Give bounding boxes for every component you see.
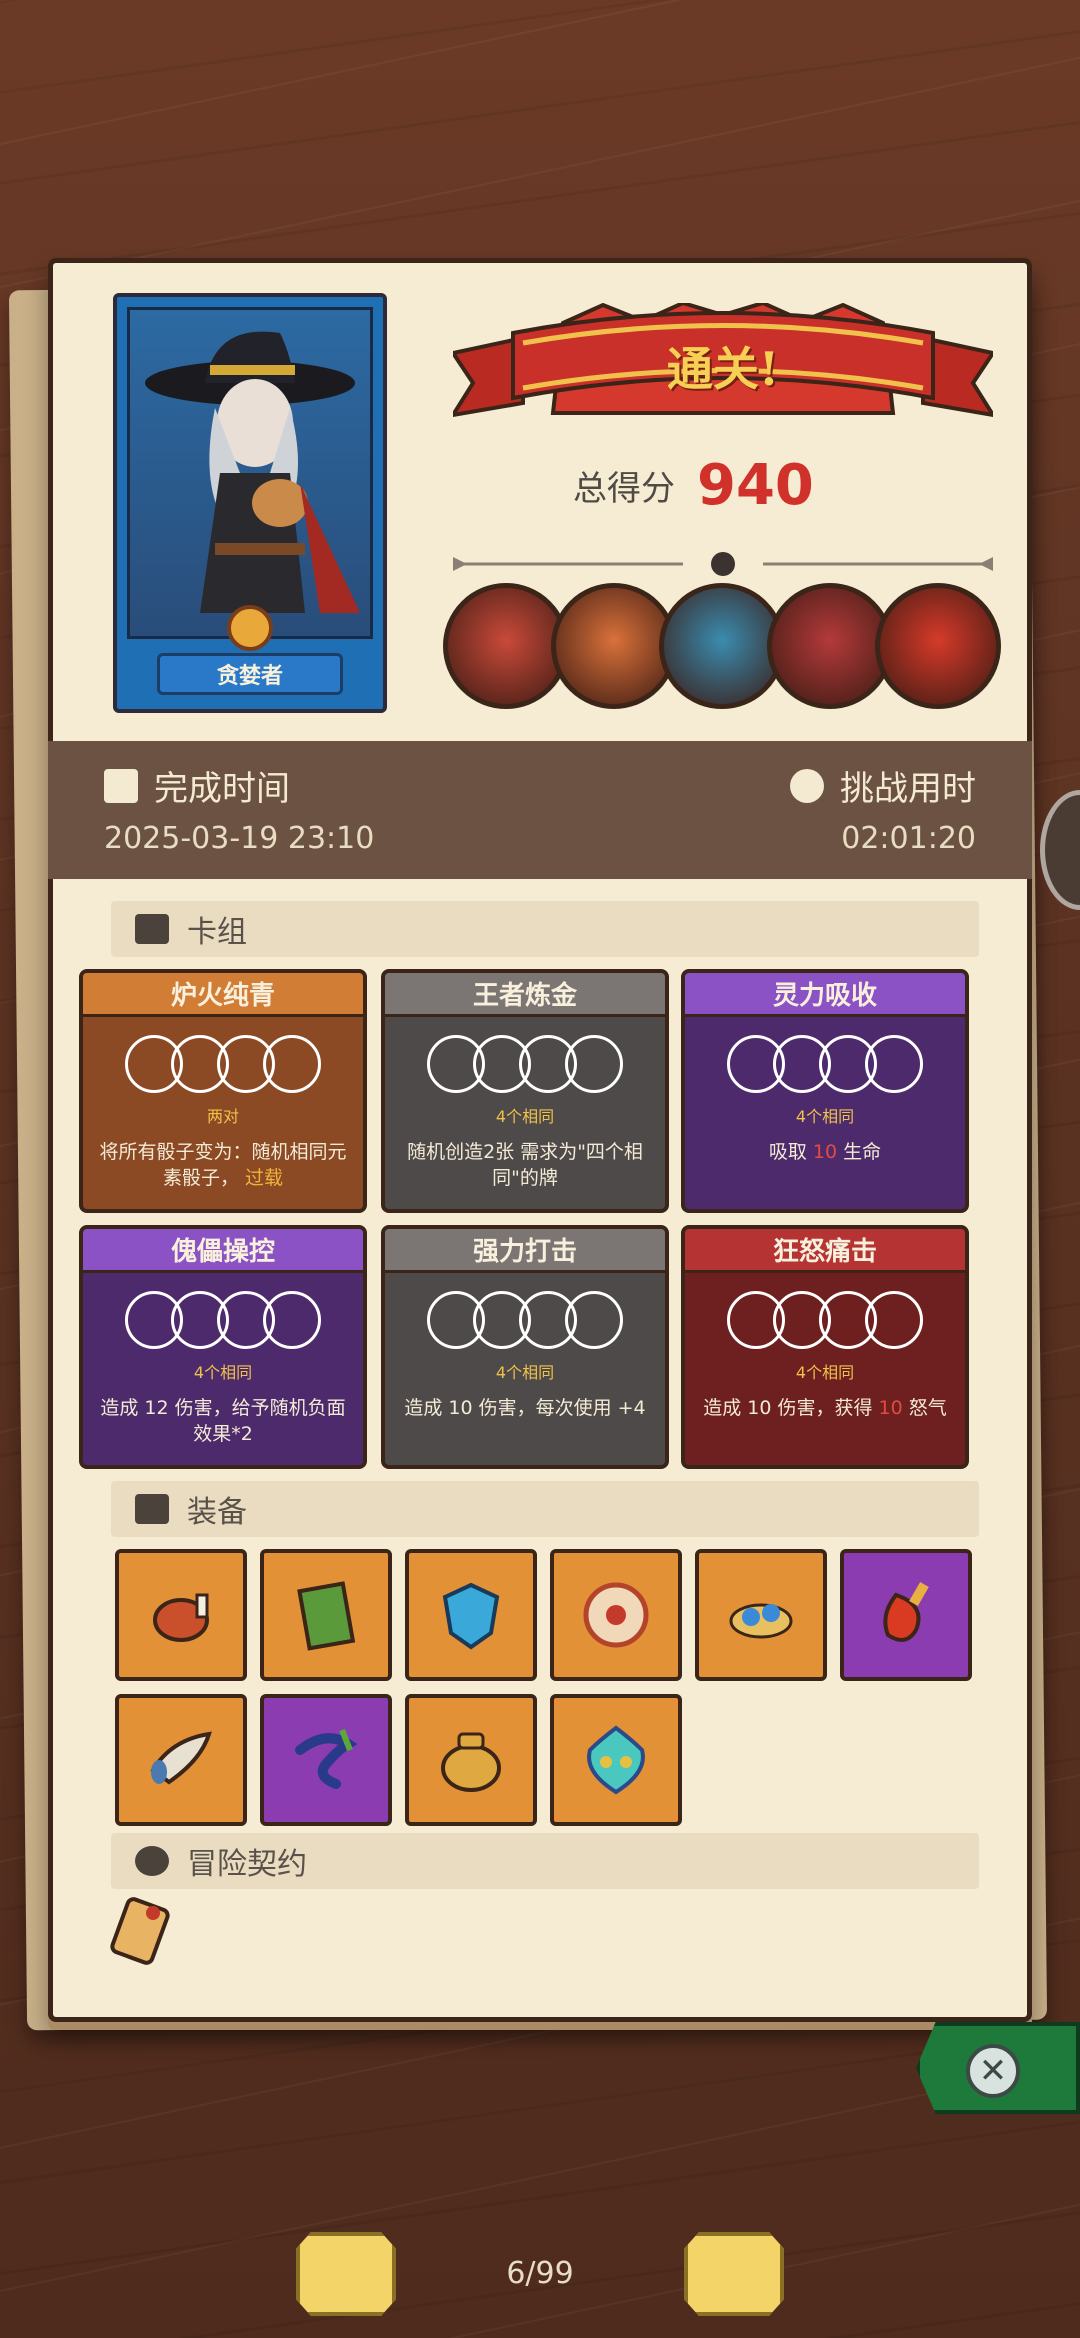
score-row: 总得分 940 [573,453,814,518]
result-panel: 贪婪者 通关! 总得分 940 完成时间 2025-03-19 23:10 挑战… [48,258,1032,2022]
card-description: 造成 12 伤害，给予随机负面效果*2 [100,1397,346,1445]
dice-slots [385,1291,665,1355]
completion-time-label: 完成时间 [154,769,290,809]
close-icon[interactable]: ✕ [966,2044,1020,2098]
flame-mask-icon [587,1725,645,1795]
completion-time-label-row: 完成时间 [104,761,290,810]
eye-orb-icon [583,1582,649,1648]
card-requirement: 4个相同 [795,1363,855,1382]
deck-card[interactable]: 狂怒痛击 4个相同造成 10 伤害，获得 10 怒气 [681,1225,969,1469]
card-requirement: 两对 [206,1107,239,1126]
horn-icon [150,1731,212,1785]
deck-card[interactable]: 炉火纯青两对将所有骰子变为：随机相同元素骰子， 过载 [79,969,367,1213]
dice-slot-icon [865,1035,923,1093]
score-value: 940 [697,453,814,518]
witch-character-icon [145,331,360,613]
card-highlight: 10 [872,1397,909,1419]
deck-card[interactable]: 傀儡操控 4个相同造成 12 伤害，给予随机负面效果*2 [79,1225,367,1469]
equipment-slot[interactable] [260,1694,392,1826]
dice-slot-icon [263,1035,321,1093]
card-title: 狂怒痛击 [685,1229,965,1273]
equipment-title: 装备 [187,1495,247,1530]
deck-card[interactable]: 王者炼金 4个相同随机创造2张 需求为"四个相同"的牌 [381,969,669,1213]
feather-icon [295,1728,358,1789]
film-icon [104,768,138,803]
red-gourd-icon [883,1581,929,1642]
equipment-slot[interactable] [695,1549,827,1681]
equipment-slot[interactable] [840,1549,972,1681]
card-description: 将所有骰子变为：随机相同元素骰子， 过载 [99,1141,347,1189]
equipment-slot[interactable] [550,1694,682,1826]
dice-slots [685,1035,965,1099]
card-title: 王者炼金 [385,973,665,1017]
card-highlight: 10 [806,1141,844,1163]
victory-banner: 通关! [448,300,998,428]
card-requirement: 4个相同 [495,1363,555,1382]
dice-slot-icon [865,1291,923,1349]
card-description: 造成 10 伤害，获得 10 怒气 [703,1397,947,1419]
duration-label-row: 挑战用时 [790,761,976,810]
card-description: 吸取 10 生命 [768,1141,882,1163]
score-label: 总得分 [573,469,675,509]
deck-card[interactable]: 灵力吸收 4个相同吸取 10 生命 [681,969,969,1213]
card-title: 灵力吸收 [685,973,965,1017]
dice-slots [685,1291,965,1355]
equipment-slot[interactable] [260,1549,392,1681]
dice-slots [83,1035,363,1099]
equipment-slot[interactable] [115,1694,247,1826]
prev-page-button[interactable] [296,2232,396,2316]
book-icon [297,1581,356,1651]
equipment-slot[interactable] [405,1549,537,1681]
boss-list [443,583,1003,713]
equipment-slot[interactable] [115,1549,247,1681]
meat-icon [153,1593,209,1642]
card-title: 傀儡操控 [83,1229,363,1273]
dice-slot-icon [565,1035,623,1093]
contract-title: 冒险契约 [187,1847,307,1882]
deck-title: 卡组 [187,915,247,950]
blue-gem-icon [729,1603,793,1639]
deck-card[interactable]: 强力打击 4个相同造成 10 伤害，每次使用 +4 [381,1225,669,1469]
next-page-button[interactable] [684,2232,784,2316]
contract-header: 冒险契约 [111,1833,979,1889]
card-title: 强力打击 [385,1229,665,1273]
equipment-header: 装备 [111,1481,979,1537]
ornament-divider [453,552,993,576]
dice-slot-icon [263,1291,321,1349]
dice-slots [83,1291,363,1355]
deck-header: 卡组 [111,901,979,957]
dice-slot-icon [565,1291,623,1349]
card-highlight: 过载 [238,1167,284,1189]
contract-icon [135,1846,169,1876]
stopwatch-icon [790,768,824,803]
card-requirement: 4个相同 [495,1107,555,1126]
character-name: 贪婪者 [157,653,343,695]
victory-text: 通关! [666,342,780,396]
card-description: 随机创造2张 需求为"四个相同"的牌 [407,1141,643,1189]
medal-icon [227,605,273,651]
card-requirement: 4个相同 [193,1363,253,1382]
card-title: 炉火纯青 [83,973,363,1017]
equipment-slot[interactable] [550,1549,682,1681]
duration-label: 挑战用时 [840,769,976,809]
info-band: 完成时间 2025-03-19 23:10 挑战用时 02:01:20 [48,741,1032,879]
character-art [127,307,373,639]
coin-bag-icon [441,1732,501,1792]
duration-value: 02:01:20 [841,821,976,856]
character-portrait[interactable]: 贪婪者 [113,293,387,713]
card-requirement: 4个相同 [795,1107,855,1126]
boss-flame-icon[interactable] [875,583,1001,709]
shield-icon [442,1582,500,1650]
box-icon [135,1494,169,1524]
cards-icon [135,914,169,944]
scroll-icon[interactable] [105,1893,175,1973]
dice-slots [385,1035,665,1099]
card-description: 造成 10 伤害，每次使用 +4 [404,1397,646,1419]
completion-time-value: 2025-03-19 23:10 [104,821,375,856]
equipment-slot[interactable] [405,1694,537,1826]
page-indicator: 6/99 [506,2256,574,2291]
